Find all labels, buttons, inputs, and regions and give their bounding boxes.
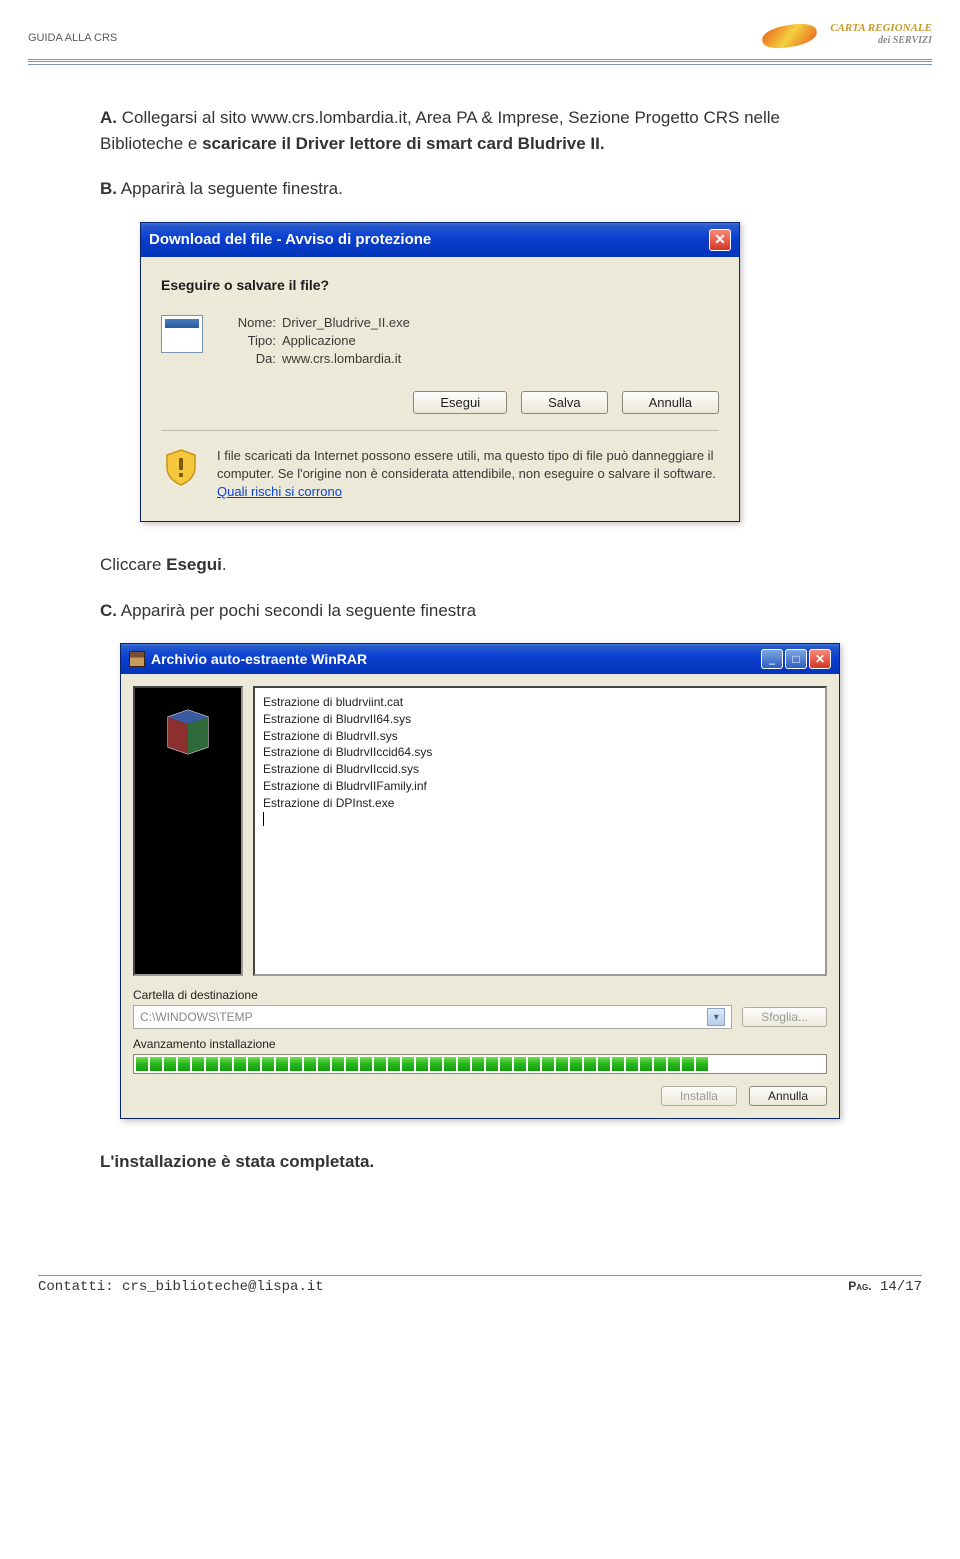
application-icon <box>161 315 203 353</box>
file-info-row: Nome: Driver_Bludrive_II.exe Tipo: Applica… <box>161 315 719 369</box>
winrar-body: Estrazione di bludrviint.cat Estrazione … <box>121 674 839 1118</box>
file-meta: Nome: Driver_Bludrive_II.exe Tipo: Applica… <box>221 315 410 369</box>
dest-input[interactable]: C:\WINDOWS\TEMP ▾ <box>133 1005 732 1029</box>
section-b-label: B. <box>100 179 117 198</box>
contact-label: Contatti: <box>38 1279 114 1295</box>
download-dialog: Download del file - Avviso di protezione… <box>140 222 740 523</box>
log-line: Estrazione di BludrvII.sys <box>263 728 817 745</box>
warning-link[interactable]: Quali rischi si corrono <box>217 484 342 499</box>
conclusion: L'installazione è stata completata. <box>100 1149 860 1175</box>
winrar-title: Archivio auto-estraente WinRAR <box>151 651 367 667</box>
install-button[interactable]: Installa <box>661 1086 737 1106</box>
winrar-dialog: Archivio auto-estraente WinRAR _ □ ✕ <box>120 643 840 1119</box>
extraction-log: Estrazione di bludrviint.cat Estrazione … <box>253 686 827 976</box>
section-b-text: Apparirà la seguente finestra. <box>117 179 343 198</box>
shield-icon <box>161 447 201 487</box>
browse-button[interactable]: Sfoglia... <box>742 1007 827 1027</box>
cancel-button[interactable]: Annulla <box>622 391 719 414</box>
download-titlebar[interactable]: Download del file - Avviso di protezione… <box>141 223 739 257</box>
page-value: 14/17 <box>880 1279 922 1295</box>
save-button[interactable]: Salva <box>521 391 608 414</box>
archive-icon <box>129 651 145 667</box>
log-line: Estrazione di BludrvIIccid64.sys <box>263 744 817 761</box>
page-label: Pag. <box>848 1279 871 1293</box>
logo: CARTA REGIONALE dei SERVIZI <box>762 20 932 55</box>
close-icon[interactable]: ✕ <box>709 229 731 251</box>
warning-text: I file scaricati da Internet possono ess… <box>217 447 719 502</box>
run-button[interactable]: Esegui <box>413 391 507 414</box>
section-a-pre: Collegarsi al sito <box>117 108 251 127</box>
section-a-url: www.crs.lombardia.it <box>251 108 407 127</box>
page-footer: Contatti: crs_biblioteche@lispa.it Pag. … <box>20 1275 940 1295</box>
click-label: Cliccare <box>100 555 166 574</box>
section-c: C. Apparirà per pochi secondi la seguent… <box>100 598 860 624</box>
type-label: Tipo: <box>221 333 276 348</box>
log-line: Estrazione di bludrviint.cat <box>263 694 817 711</box>
winrar-titlebar[interactable]: Archivio auto-estraente WinRAR _ □ ✕ <box>121 644 839 674</box>
footer-contact: Contatti: crs_biblioteche@lispa.it <box>38 1279 324 1295</box>
click-dot: . <box>222 555 227 574</box>
footer-page: Pag. 14/17 <box>848 1279 922 1295</box>
logo-line2: dei SERVIZI <box>878 35 932 46</box>
logo-line1: CARTA REGIONALE <box>830 22 932 34</box>
click-bold: Esegui <box>166 555 222 574</box>
progress-bar <box>133 1054 827 1074</box>
dest-value: C:\WINDOWS\TEMP <box>140 1010 253 1024</box>
winrar-graphic-panel <box>133 686 243 976</box>
from-label: Da: <box>221 351 276 366</box>
chevron-down-icon[interactable]: ▾ <box>707 1008 725 1026</box>
section-c-text: Apparirà per pochi secondi la seguente f… <box>117 601 476 620</box>
text-cursor <box>263 812 264 826</box>
book-icon <box>158 702 218 767</box>
page-header: GUIDA ALLA CRS CARTA REGIONALE dei SERVI… <box>20 20 940 55</box>
footer-rule <box>38 1275 922 1276</box>
warning-body: I file scaricati da Internet possono ess… <box>217 448 716 481</box>
window-buttons: _ □ ✕ <box>761 649 831 669</box>
maximize-icon[interactable]: □ <box>785 649 807 669</box>
download-buttons: Esegui Salva Annulla <box>161 391 719 414</box>
minimize-icon[interactable]: _ <box>761 649 783 669</box>
dest-row: C:\WINDOWS\TEMP ▾ Sfoglia... <box>133 1005 827 1029</box>
log-line: Estrazione di DPInst.exe <box>263 795 817 812</box>
name-value: Driver_Bludrive_II.exe <box>282 315 410 330</box>
download-question: Eseguire o salvare il file? <box>161 277 719 293</box>
warning-row: I file scaricati da Internet possono ess… <box>161 447 719 502</box>
contact-value: crs_biblioteche@lispa.it <box>122 1279 324 1295</box>
logo-swoosh <box>761 21 819 50</box>
section-a: A. Collegarsi al sito www.crs.lombardia.… <box>100 105 860 156</box>
name-label: Nome: <box>221 315 276 330</box>
log-line: Estrazione di BludrvII64.sys <box>263 711 817 728</box>
click-esegui: Cliccare Esegui. <box>100 552 860 578</box>
cancel-button[interactable]: Annulla <box>749 1086 827 1106</box>
log-line: Estrazione di BludrvIIFamily.inf <box>263 778 817 795</box>
section-a-label: A. <box>100 108 117 127</box>
close-icon[interactable]: ✕ <box>809 649 831 669</box>
dest-label: Cartella di destinazione <box>133 988 827 1002</box>
download-title: Download del file - Avviso di protezione <box>149 231 431 248</box>
logo-text: CARTA REGIONALE dei SERVIZI <box>830 22 932 46</box>
section-a-bold: scaricare il Driver lettore di smart car… <box>202 134 605 153</box>
type-value: Applicazione <box>282 333 356 348</box>
header-title: GUIDA ALLA CRS <box>28 32 117 44</box>
progress-label: Avanzamento installazione <box>133 1037 827 1051</box>
dialog-divider <box>161 430 719 431</box>
log-line: Estrazione di BludrvIIccid.sys <box>263 761 817 778</box>
from-value: www.crs.lombardia.it <box>282 351 401 366</box>
section-c-label: C. <box>100 601 117 620</box>
section-b: B. Apparirà la seguente finestra. <box>100 176 860 202</box>
winrar-bottom-buttons: Installa Annulla <box>133 1086 827 1106</box>
download-body: Eseguire o salvare il file? Nome: Driver_… <box>141 257 739 522</box>
